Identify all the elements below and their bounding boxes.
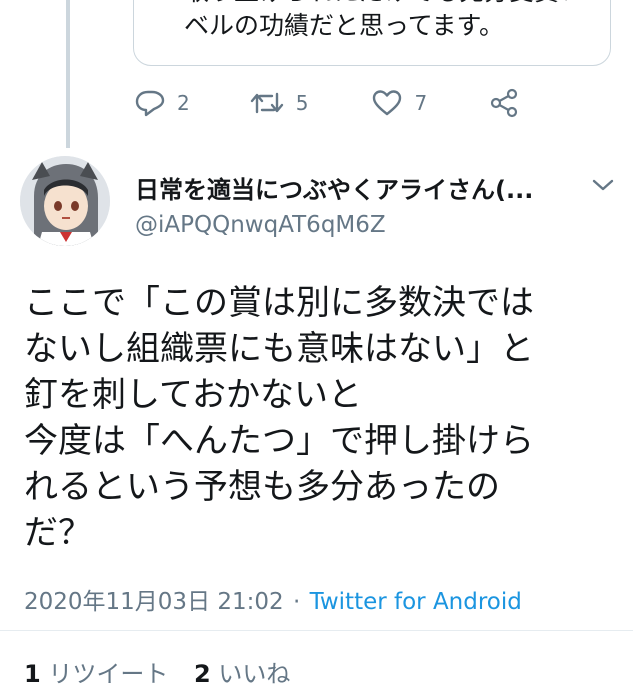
avatar[interactable] — [20, 156, 110, 246]
quoted-tweet-line-2: ベルの功績だと思ってます。 — [184, 11, 505, 40]
quoted-tweet-text: 取り上げられただけでも充分受賞レ ベルの功績だと思ってます。 — [184, 0, 584, 43]
reply-count: 2 — [177, 91, 190, 115]
like-count: 7 — [414, 91, 428, 115]
reply-icon — [135, 90, 165, 117]
retweet-icon — [250, 92, 283, 114]
quoted-tweet-card[interactable]: 取り上げられただけでも充分受賞レ ベルの功績だと思ってます。 — [133, 0, 611, 66]
share-icon — [491, 88, 518, 118]
tweet-source-link[interactable]: Twitter for Android — [310, 589, 522, 615]
chevron-down-icon[interactable] — [590, 176, 616, 194]
retweet-count: 5 — [295, 91, 309, 115]
heart-icon — [373, 90, 402, 116]
tweet-header: 日常を適当につぶやくアライさん(... @iAPQQnwqAT6qM6Z — [0, 156, 633, 246]
thread-connector-line — [66, 0, 70, 148]
parent-tweet-actions: 2 5 7 — [133, 88, 519, 118]
divider — [0, 630, 633, 631]
avatar-image — [20, 156, 110, 246]
likes-label[interactable]: いいね — [218, 660, 290, 688]
likes-count[interactable]: 2 — [194, 660, 211, 688]
tweet-stats: 1 リツイート 2 いいね — [24, 654, 308, 689]
retweets-label[interactable]: リツイート — [48, 660, 168, 688]
meta-separator: · — [292, 589, 301, 615]
share-button[interactable] — [489, 88, 519, 118]
like-button[interactable]: 7 — [372, 89, 427, 117]
tweet-timestamp[interactable]: 2020年11月03日 21:02 — [24, 589, 284, 615]
retweets-count[interactable]: 1 — [24, 660, 41, 688]
display-name[interactable]: 日常を適当につぶやくアライさん(... — [135, 170, 533, 205]
user-handle[interactable]: @iAPQQnwqAT6qM6Z — [135, 212, 386, 238]
tweet-metadata: 2020年11月03日 21:02 · Twitter for Android — [24, 582, 522, 616]
quoted-tweet-line-1: 取り上げられただけでも充分受賞レ — [184, 0, 584, 9]
reply-button[interactable]: 2 — [135, 89, 190, 117]
tweet-text: ここで「この賞は別に多数決では ないし組織票にも意味はない」と 釘を刺しておかな… — [24, 283, 534, 553]
retweet-button[interactable]: 5 — [250, 90, 309, 116]
